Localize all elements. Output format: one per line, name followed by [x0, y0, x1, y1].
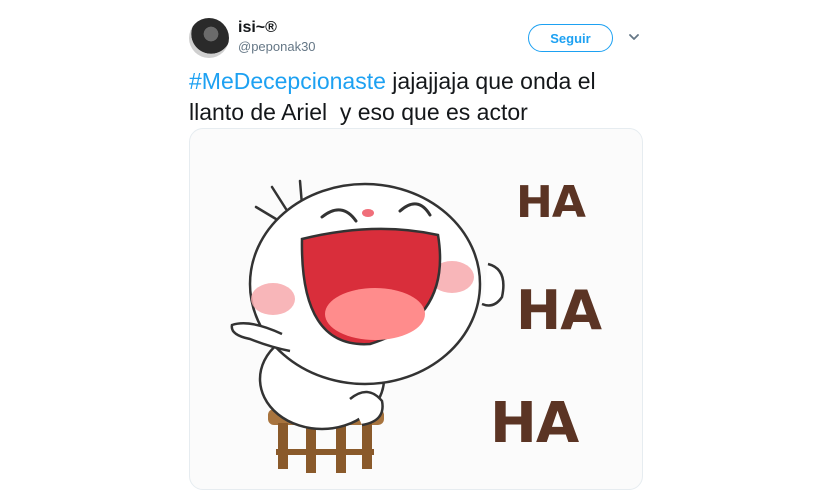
follow-button[interactable]: Seguir — [528, 24, 613, 52]
author-name[interactable]: isi~® — [238, 19, 277, 37]
tweet-card: isi~® @peponak30 Seguir #MeDecepcionaste… — [0, 0, 830, 490]
laugh-text-2: HA — [516, 279, 602, 342]
tweet-text: #MeDecepcionaste jajajjaja que onda el l… — [189, 66, 649, 128]
chevron-down-icon[interactable] — [627, 30, 641, 44]
author-handle[interactable]: @peponak30 — [238, 39, 316, 54]
avatar[interactable] — [189, 18, 229, 58]
laugh-text-3: HA — [490, 391, 579, 456]
laugh-text-1: HA — [516, 177, 586, 228]
hashtag-link[interactable]: #MeDecepcionaste — [189, 68, 386, 94]
tweet-media[interactable]: HA HA HA — [189, 128, 643, 490]
